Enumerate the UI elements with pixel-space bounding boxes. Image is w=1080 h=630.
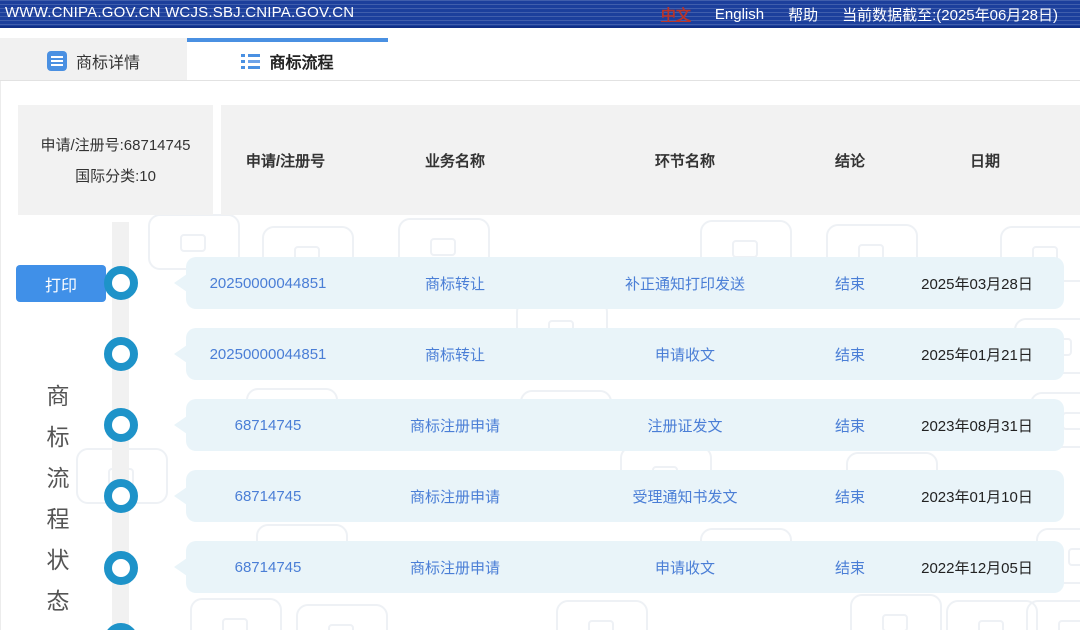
application-number: 申请/注册号:68714745 — [40, 137, 191, 154]
cell-conclusion: 结束 — [834, 417, 865, 435]
cell-business-name: 商标转让 — [424, 346, 485, 364]
header-business-name: 业务名称 — [424, 152, 485, 170]
process-row[interactable]: 20250000044851 商标转让 补正通知打印发送 结束 2025年03月… — [174, 257, 1064, 309]
cell-date: 2025年03月28日 — [921, 275, 1033, 293]
watermark-shape — [556, 600, 648, 630]
vertical-label-char: 流 — [46, 465, 70, 491]
cell-reg-no: 68714745 — [234, 416, 302, 434]
watermark-shape — [946, 600, 1038, 630]
watermark-shape — [850, 594, 942, 630]
cell-step-name: 申请收文 — [654, 346, 715, 364]
header-date: 日期 — [969, 152, 1000, 170]
cell-date: 2025年01月21日 — [921, 346, 1033, 364]
timeline-node[interactable] — [104, 408, 138, 442]
row-pointer-arrow — [174, 558, 187, 576]
vertical-label-char: 标 — [46, 424, 70, 450]
timeline-node[interactable] — [104, 479, 138, 513]
timeline-node[interactable] — [104, 266, 138, 300]
site-domains: WWW.CNIPA.GOV.CN WCJS.SBJ.CNIPA.GOV.CN — [5, 4, 355, 21]
cell-business-name: 商标注册申请 — [409, 559, 500, 577]
timeline-node[interactable] — [104, 337, 138, 371]
process-row[interactable]: 68714745 商标注册申请 注册证发文 结束 2023年08月31日 — [174, 399, 1064, 451]
vertical-label-char: 态 — [46, 588, 70, 614]
cell-conclusion: 结束 — [834, 275, 865, 293]
header-conclusion: 结论 — [834, 152, 865, 170]
process-row[interactable]: 68714745 商标注册申请 受理通知书发文 结束 2023年01月10日 — [174, 470, 1064, 522]
cell-date: 2023年08月31日 — [921, 417, 1033, 435]
cell-business-name: 商标注册申请 — [409, 417, 500, 435]
tab-bar: 商标详情 商标流程 — [0, 38, 1080, 81]
cell-reg-no: 68714745 — [234, 558, 302, 576]
tab-trademark-process[interactable]: 商标流程 — [187, 38, 388, 80]
cell-reg-no: 20250000044851 — [209, 345, 327, 363]
table-header: 申请/注册号 业务名称 环节名称 结论 日期 — [221, 105, 1080, 215]
topbar-links: 中文 English 帮助 当前数据截至:(2025年06月28日) — [661, 4, 1058, 25]
document-icon — [46, 51, 67, 71]
watermark-shape — [1026, 600, 1080, 630]
cell-conclusion: 结束 — [834, 346, 865, 364]
content-left-border — [0, 81, 1, 630]
data-cutoff-date: 当前数据截至:(2025年06月28日) — [842, 7, 1058, 24]
tab-label: 商标详情 — [75, 55, 140, 72]
cell-reg-no: 68714745 — [234, 487, 302, 505]
print-button[interactable]: 打印 — [16, 265, 106, 302]
international-class: 国际分类:10 — [75, 168, 156, 185]
timeline-node[interactable] — [104, 623, 138, 630]
header-reg-no: 申请/注册号 — [245, 152, 326, 170]
vertical-label-char: 程 — [46, 506, 70, 532]
timeline-node[interactable] — [104, 551, 138, 585]
cell-step-name: 受理通知书发文 — [632, 488, 738, 506]
row-pointer-arrow — [174, 487, 187, 505]
tab-label: 商标流程 — [269, 55, 334, 72]
cell-date: 2023年01月10日 — [921, 488, 1033, 506]
lang-english-link[interactable]: English — [715, 6, 764, 23]
topbar: WWW.CNIPA.GOV.CN WCJS.SBJ.CNIPA.GOV.CN 中… — [0, 0, 1080, 28]
cell-date: 2022年12月05日 — [921, 559, 1033, 577]
timeline-vertical-label: 商标流程状态 — [44, 376, 72, 622]
cell-step-name: 申请收文 — [654, 559, 715, 577]
cell-conclusion: 结束 — [834, 488, 865, 506]
row-pointer-arrow — [174, 274, 187, 292]
cnipa-trademark-page: WWW.CNIPA.GOV.CN WCJS.SBJ.CNIPA.GOV.CN 中… — [0, 0, 1080, 630]
vertical-label-char: 商 — [46, 383, 70, 409]
row-pointer-arrow — [174, 345, 187, 363]
tab-trademark-details[interactable]: 商标详情 — [0, 38, 187, 80]
watermark-shape — [190, 598, 282, 630]
vertical-label-char: 状 — [46, 547, 70, 573]
process-row[interactable]: 68714745 商标注册申请 申请收文 结束 2022年12月05日 — [174, 541, 1064, 593]
lang-chinese-link[interactable]: 中文 — [661, 4, 691, 25]
application-info-box: 申请/注册号:68714745 国际分类:10 — [18, 105, 213, 215]
row-pointer-arrow — [174, 416, 187, 434]
cell-business-name: 商标转让 — [424, 275, 485, 293]
cell-conclusion: 结束 — [834, 559, 865, 577]
cell-business-name: 商标注册申请 — [409, 488, 500, 506]
cell-reg-no: 20250000044851 — [209, 274, 327, 292]
process-row[interactable]: 20250000044851 商标转让 申请收文 结束 2025年01月21日 — [174, 328, 1064, 380]
cell-step-name: 补正通知打印发送 — [624, 275, 745, 293]
watermark-shape — [296, 604, 388, 630]
list-icon — [241, 53, 261, 69]
header-step-name: 环节名称 — [654, 152, 715, 170]
help-link[interactable]: 帮助 — [788, 4, 818, 25]
cell-step-name: 注册证发文 — [647, 417, 723, 435]
